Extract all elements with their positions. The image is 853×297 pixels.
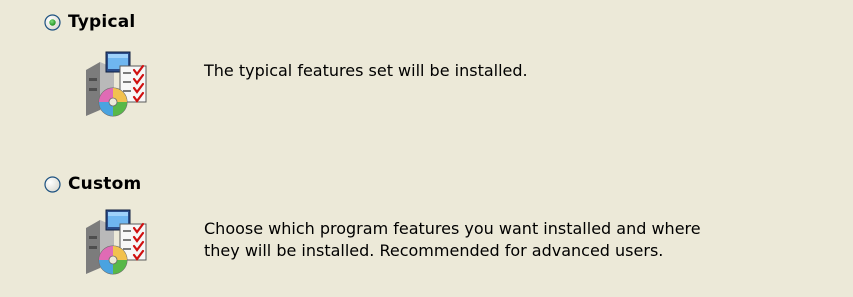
custom-label: Custom (68, 174, 142, 194)
custom-description: Choose which program features you want i… (204, 219, 701, 260)
typical-radio-row[interactable]: Typical (44, 10, 135, 34)
typical-radio[interactable] (44, 13, 61, 31)
typical-description: The typical features set will be install… (204, 61, 528, 80)
setup-package-icon (80, 48, 152, 120)
setup-package-icon (80, 206, 152, 278)
typical-label: Typical (68, 12, 136, 32)
setup-type-panel: Typical The typical features set will be… (0, 0, 853, 297)
custom-radio[interactable] (44, 175, 61, 193)
custom-radio-row[interactable]: Custom (44, 172, 141, 196)
